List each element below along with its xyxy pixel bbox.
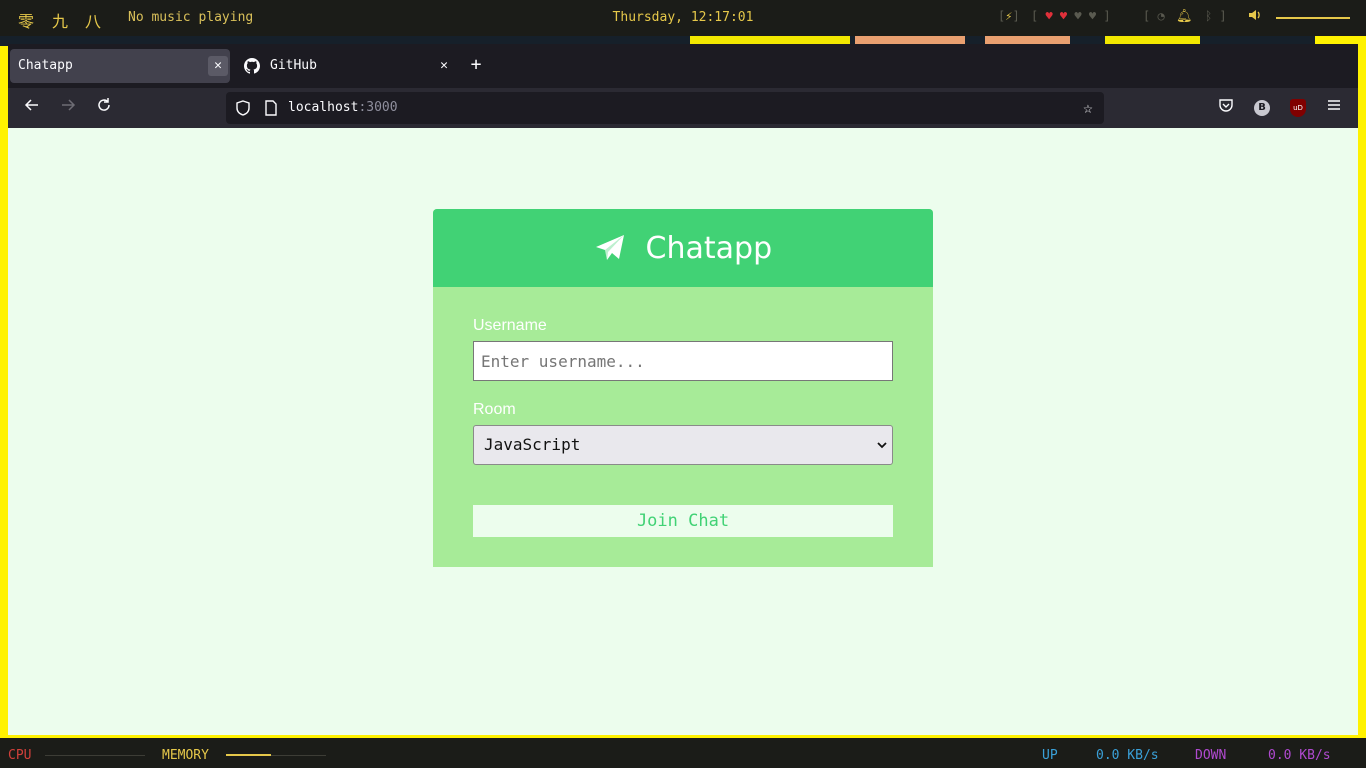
forward-button[interactable] [56, 96, 80, 120]
heart-icon: ♥ [1045, 9, 1053, 23]
tab-strip: Chatapp ✕ GitHub ✕ + [8, 44, 1358, 88]
room-selected-value: JavaScript [484, 435, 581, 454]
hamburger-menu-icon [1328, 100, 1340, 110]
health-indicator: [ ♥ ♥ ♥ ♥ ] [1031, 9, 1111, 23]
page-viewport: Chatapp Username Room JavaScript Join Ch… [8, 128, 1358, 735]
tab-github[interactable]: GitHub ✕ [234, 49, 456, 83]
tab-chatapp[interactable]: Chatapp ✕ [10, 49, 230, 83]
bell-icon[interactable]: 🔔︎ [1176, 9, 1193, 24]
upload-label: UP [1042, 748, 1058, 763]
arrow-left-icon [24, 99, 38, 111]
page-icon[interactable] [262, 99, 280, 117]
bookmark-star-icon[interactable]: ☆ [1078, 98, 1098, 118]
arrow-right-icon [62, 99, 76, 111]
battery-indicator: [⚡] [998, 9, 1020, 23]
new-tab-button[interactable]: + [466, 55, 486, 75]
memory-meter-fill [226, 754, 271, 756]
navigation-bar: localhost:3000 ☆ [8, 88, 1358, 128]
tab-title: GitHub [270, 58, 317, 73]
reload-button[interactable] [92, 96, 116, 120]
download-value: 0.0 KB/s [1268, 748, 1331, 763]
reload-icon [98, 98, 110, 111]
room-select[interactable]: JavaScript [473, 425, 893, 465]
browser-window: Chatapp ✕ GitHub ✕ + localhost:3000 ☆ Ch… [8, 44, 1358, 735]
upload-value: 0.0 KB/s [1096, 748, 1159, 763]
heart-icon: ♥ [1088, 9, 1097, 23]
url-text[interactable]: localhost:3000 [288, 100, 398, 115]
app-title: Chatapp [645, 230, 773, 266]
download-label: DOWN [1195, 748, 1227, 763]
wifi-icon[interactable]: [ ◔ [1143, 9, 1165, 23]
back-button[interactable] [20, 96, 44, 120]
card-header: Chatapp [433, 209, 933, 287]
pocket-icon [1219, 99, 1233, 112]
bottom-status-bar: CPU MEMORY UP 0.0 KB/s DOWN 0.0 KB/s [0, 738, 1366, 768]
join-card: Chatapp Username Room JavaScript Join Ch… [433, 209, 933, 567]
volume-slider[interactable] [1276, 17, 1350, 19]
cpu-label: CPU [8, 748, 32, 763]
chevron-down-icon [877, 442, 887, 449]
room-label: Room [473, 401, 516, 418]
close-icon[interactable]: ✕ [208, 56, 228, 76]
paper-plane-icon [595, 234, 624, 260]
username-label: Username [473, 317, 547, 334]
heart-icon: ♥ [1059, 9, 1068, 23]
username-input[interactable] [473, 341, 893, 381]
pocket-button[interactable] [1214, 96, 1238, 120]
heart-icon: ♥ [1074, 9, 1082, 23]
url-bar[interactable]: localhost:3000 ☆ [226, 92, 1104, 124]
ublock-icon[interactable]: uD [1290, 99, 1306, 117]
url-host: localhost [288, 100, 359, 115]
volume-icon[interactable] [1248, 9, 1262, 25]
memory-label: MEMORY [162, 748, 209, 763]
join-chat-button[interactable]: Join Chat [473, 505, 893, 537]
top-status-bar: 零 九 八 No music playing Thursday, 12:17:0… [0, 0, 1366, 36]
shield-icon[interactable] [234, 99, 252, 117]
extension-b-icon[interactable]: B [1254, 100, 1270, 116]
cpu-meter [45, 755, 145, 756]
bluetooth-icon[interactable]: ᛒ ] [1205, 9, 1227, 23]
url-port: :3000 [358, 100, 398, 115]
menu-button[interactable] [1322, 96, 1346, 120]
tab-title: Chatapp [18, 58, 73, 73]
github-icon [244, 58, 260, 74]
close-icon[interactable]: ✕ [434, 56, 454, 76]
